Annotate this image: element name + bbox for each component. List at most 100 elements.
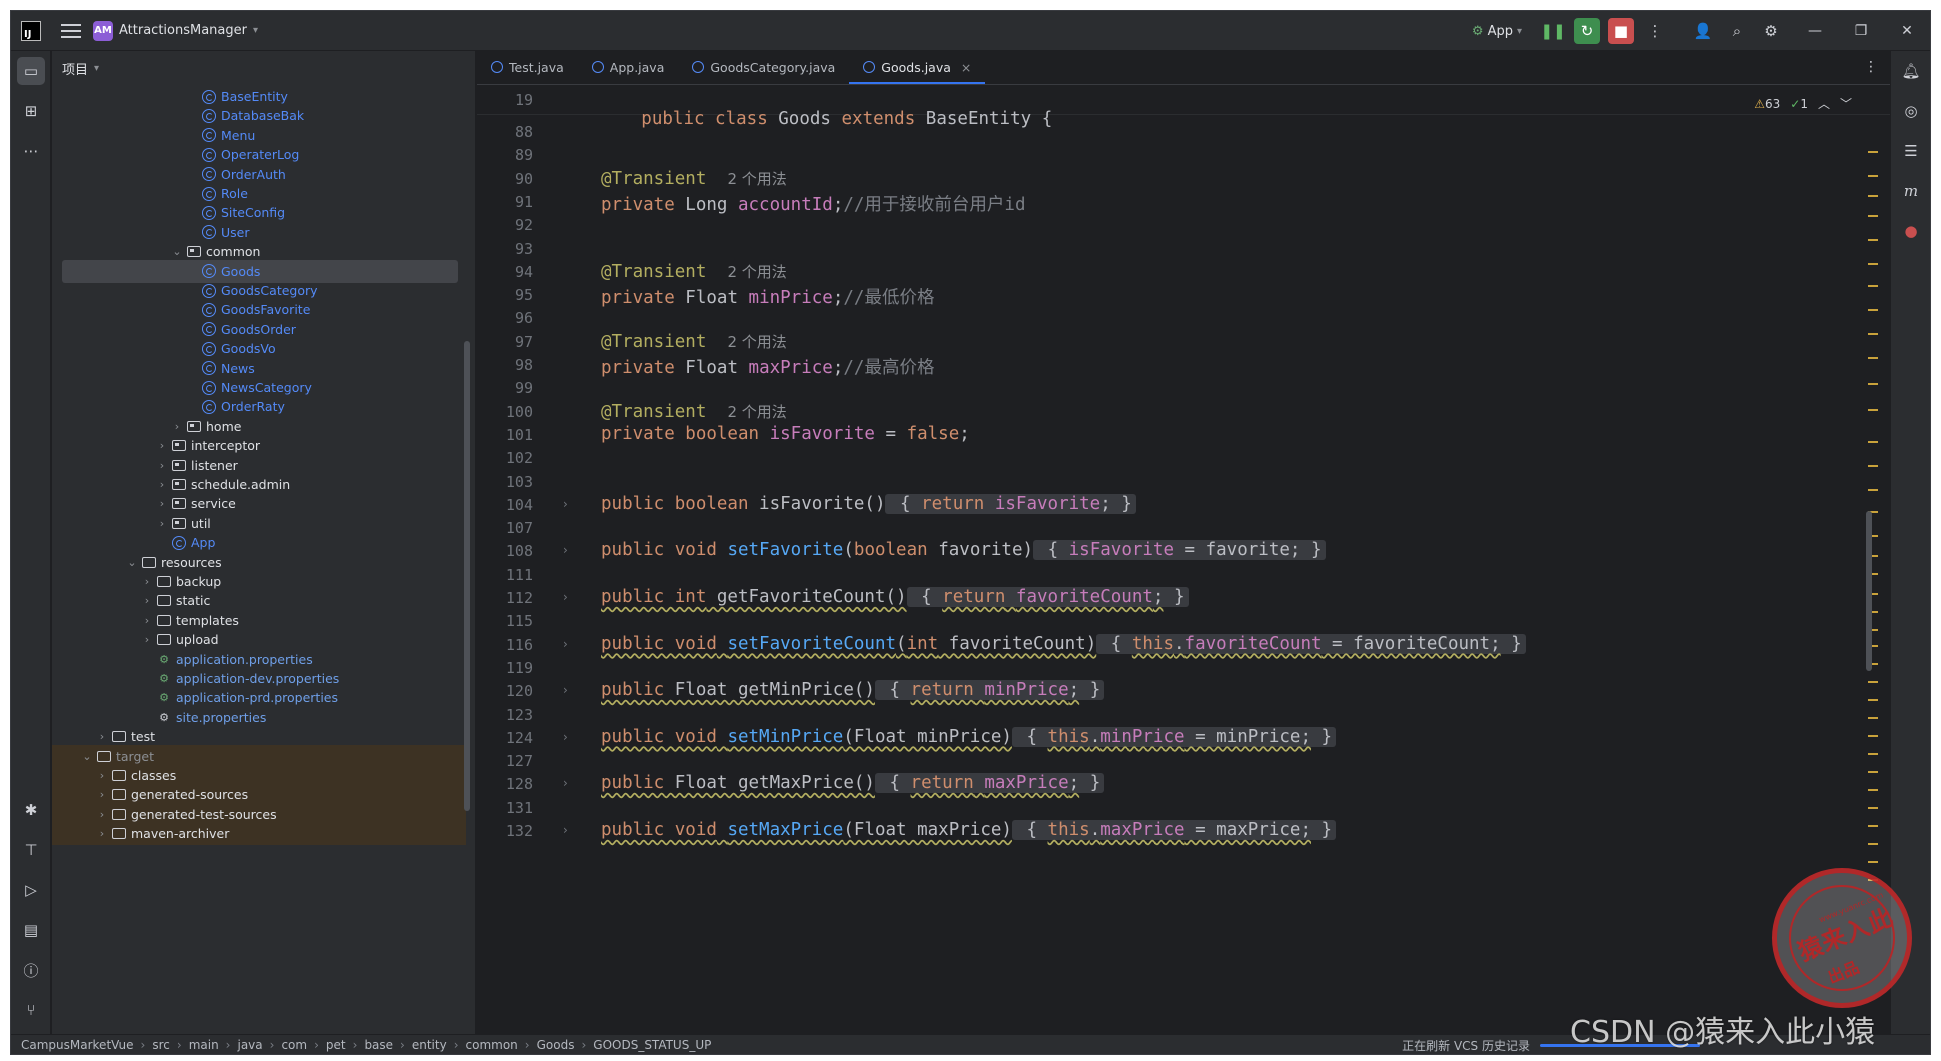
chevron-right-icon[interactable]: › [96,769,108,782]
code-line[interactable]: public boolean isFavorite() { return isF… [601,493,1136,514]
structure-icon[interactable]: ⊞ [17,97,45,125]
maven-icon[interactable]: m [1897,177,1925,205]
breadcrumb-item[interactable]: entity [412,1038,447,1052]
code-line[interactable]: public Float getMaxPrice() { return maxP… [601,773,1105,794]
chevron-right-icon[interactable]: › [141,614,153,627]
breadcrumb-item[interactable]: CampusMarketVue [21,1038,134,1052]
git-branch-icon[interactable]: ⑂ [17,996,45,1024]
pause-icon[interactable]: ❚❚ [1540,18,1566,44]
project-panel-title: 项目 [62,62,89,78]
fold-chevron-icon[interactable]: › [563,730,568,744]
chevron-down-icon[interactable]: ⌄ [171,245,183,258]
tree-item[interactable]: › maven-archiver [52,822,466,846]
chevron-down-icon[interactable]: ⌄ [81,750,93,763]
chevron-right-icon[interactable]: › [156,517,168,530]
breadcrumb-item[interactable]: src [152,1038,170,1052]
background-task-label[interactable]: 正在刷新 VCS 历史记录 [1402,1037,1530,1054]
breadcrumb-item[interactable]: GOODS_STATUS_UP [593,1038,711,1052]
plugin-icon[interactable]: ● [1897,217,1925,245]
folder-icon [112,828,126,840]
fold-chevron-icon[interactable]: › [563,543,568,557]
package-icon [172,479,186,490]
code-line[interactable]: @Transient 2 个用法 [601,168,787,189]
search-icon[interactable]: ⌕ [1724,18,1750,44]
code-line[interactable]: public void setFavorite(boolean favorite… [601,540,1326,561]
chevron-down-icon[interactable]: ﹀ [1840,95,1852,112]
chevron-right-icon[interactable]: › [96,808,108,821]
fold-chevron-icon[interactable]: › [563,637,568,651]
chevron-right-icon[interactable]: › [96,730,108,743]
code-line[interactable]: public void setFavoriteCount(int favorit… [601,633,1526,654]
editor-tab[interactable]: Goods.java × [849,51,986,84]
stop-icon[interactable]: ■ [1608,18,1634,44]
chevron-right-icon[interactable]: › [156,459,168,472]
chevron-right-icon[interactable]: › [141,633,153,646]
more-tabs-icon[interactable]: ⋮ [1864,59,1878,75]
rerun-icon[interactable]: ↻ [1574,18,1600,44]
intellij-logo-icon[interactable]: IJ [21,20,41,41]
more-actions-icon[interactable]: ⋮ [1642,18,1668,44]
breadcrumb-item[interactable]: java [237,1038,262,1052]
project-scrollbar[interactable] [464,341,470,811]
run-services-icon[interactable]: ▷ [17,876,45,904]
breadcrumb-item[interactable]: pet [326,1038,346,1052]
debug-bug-icon[interactable]: ✱ [17,796,45,824]
fold-chevron-icon[interactable]: › [563,823,568,837]
database-icon[interactable]: ☰ [1897,137,1925,165]
chevron-right-icon[interactable]: › [156,439,168,452]
fold-chevron-icon[interactable]: › [563,776,568,790]
code-line[interactable]: public void setMaxPrice(Float maxPrice) … [601,820,1337,840]
editor-scrollbar[interactable] [1866,511,1872,671]
project-folder-icon[interactable]: ▭ [17,57,45,85]
code-line[interactable]: @Transient 2 个用法 [601,401,787,422]
code-line[interactable]: public Float getMinPrice() { return minP… [601,680,1105,701]
settings-gear-icon[interactable]: ⚙ [1758,18,1784,44]
add-user-icon[interactable]: 👤 [1690,18,1716,44]
chevron-right-icon[interactable]: › [96,827,108,840]
terminal-icon[interactable]: ▤ [17,916,45,944]
code-line[interactable]: private Float maxPrice;//最高价格 [601,354,934,379]
close-tab-icon[interactable]: × [961,60,971,75]
sticky-line-text[interactable]: public class Goods extends BaseEntity { [557,89,1052,149]
project-panel-header[interactable]: 项目 ▾ [52,51,475,85]
more-tools-icon[interactable]: ⋯ [17,137,45,165]
chevron-right-icon[interactable]: › [141,594,153,607]
breadcrumb-item[interactable]: base [364,1038,393,1052]
inspection-widget[interactable]: ⚠63 ✓1 ︿ ﹀ [1754,95,1852,112]
fold-chevron-icon[interactable]: › [563,497,568,511]
restore-button[interactable]: ❐ [1838,11,1884,51]
code-line[interactable]: private boolean isFavorite = false; [601,424,970,444]
chevron-right-icon[interactable]: › [171,420,183,433]
minimize-button[interactable]: — [1792,11,1838,51]
run-config-selector[interactable]: ⚙ App ▾ [1472,24,1522,39]
code-line[interactable]: @Transient 2 个用法 [601,331,787,352]
java-class-icon [591,61,604,73]
editor-tab[interactable]: App.java [578,51,679,84]
problems-icon[interactable]: ⓘ [17,956,45,984]
chevron-right-icon[interactable]: › [141,575,153,588]
editor-tab[interactable]: Test.java [477,51,578,84]
breadcrumb-item[interactable]: com [281,1038,307,1052]
chevron-up-icon[interactable]: ︿ [1818,95,1830,112]
chevron-right-icon[interactable]: › [156,497,168,510]
code-line[interactable]: @Transient 2 个用法 [601,261,787,282]
breadcrumb-item[interactable]: main [189,1038,219,1052]
ai-assistant-icon[interactable]: ◎ [1897,97,1925,125]
chevron-right-icon[interactable]: › [96,788,108,801]
main-menu-icon[interactable] [61,21,81,41]
chevron-down-icon[interactable]: ⌄ [126,556,138,569]
build-hammer-icon[interactable]: ⊤ [17,836,45,864]
code-line[interactable]: private Long accountId;//用于接收前台用户id [601,191,1026,216]
breadcrumb-item[interactable]: common [466,1038,518,1052]
code-line[interactable]: private Float minPrice;//最低价格 [601,284,934,309]
fold-chevron-icon[interactable]: › [563,590,568,604]
notifications-bell-icon[interactable]: 🔔︎ [1897,57,1925,85]
code-line[interactable]: public void setMinPrice(Float minPrice) … [601,726,1337,747]
close-window-button[interactable]: ✕ [1884,11,1930,51]
project-switcher[interactable]: AM AttractionsManager ▾ [93,20,258,41]
breadcrumb-item[interactable]: Goods [537,1038,575,1052]
fold-chevron-icon[interactable]: › [563,683,568,697]
editor-tab[interactable]: GoodsCategory.java [678,51,849,84]
code-line[interactable]: public int getFavoriteCount() { return f… [601,587,1189,607]
chevron-right-icon[interactable]: › [156,478,168,491]
